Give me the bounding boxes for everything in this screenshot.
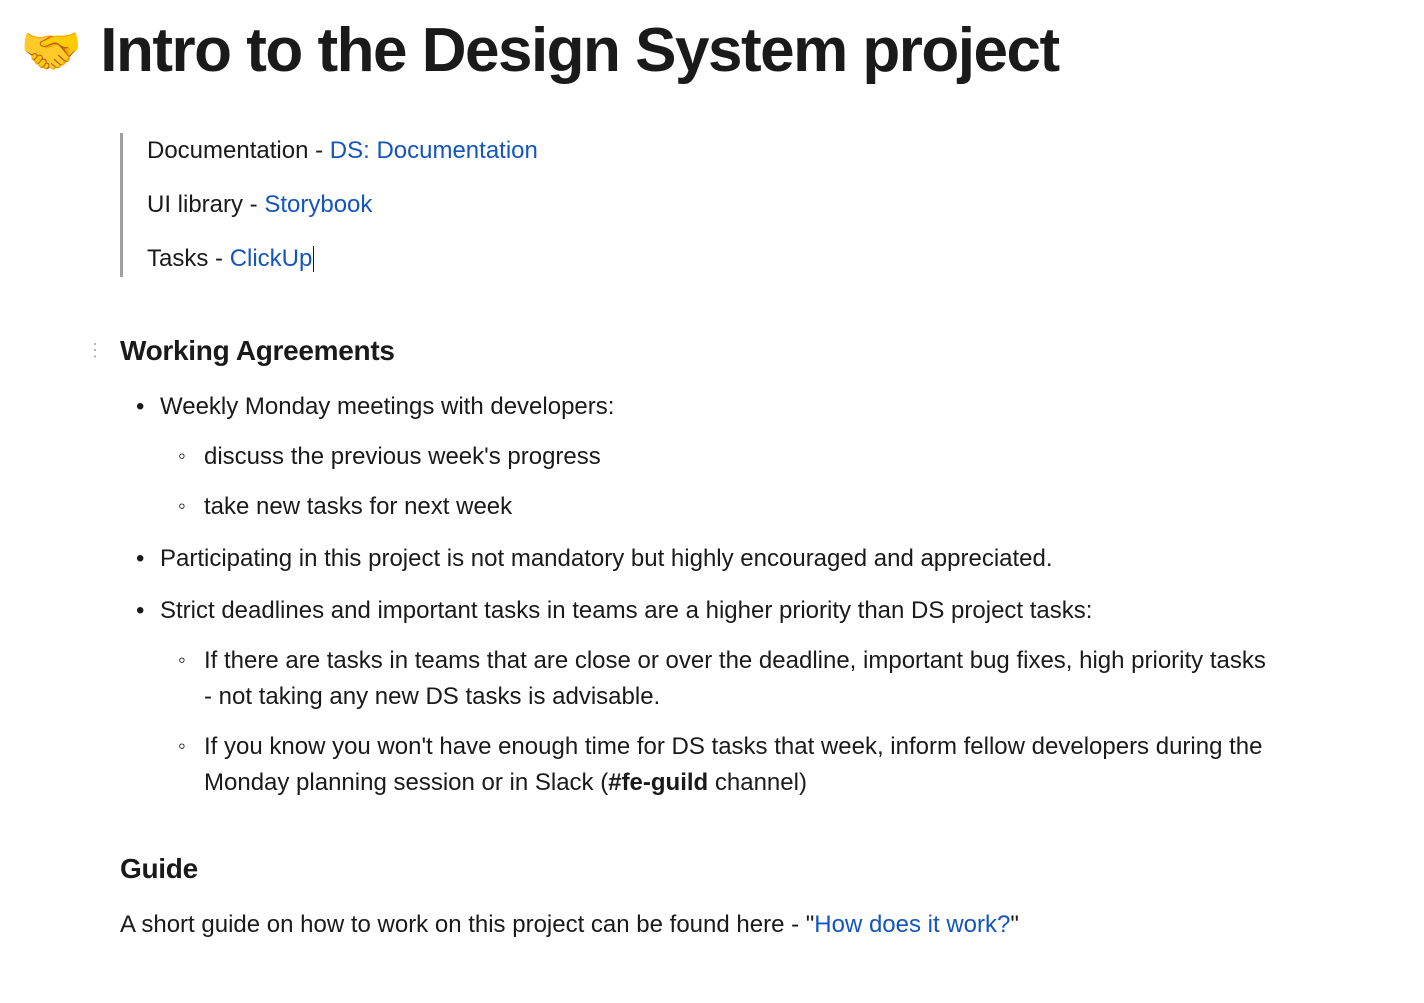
guide-paragraph: A short guide on how to work on this pro… (120, 907, 1274, 943)
page-content: Documentation - DS: Documentation UI lib… (20, 133, 1404, 943)
ui-library-label: UI library - (147, 191, 264, 218)
slack-channel-name: #fe-guild (608, 769, 708, 796)
drag-handle-icon[interactable]: ⋮ (86, 341, 104, 359)
tasks-label: Tasks - (147, 245, 230, 272)
sublist: discuss the previous week's progress tak… (160, 439, 1274, 525)
clickup-link[interactable]: ClickUp (230, 245, 313, 272)
page-title-row: 🤝 Intro to the Design System project (20, 18, 1404, 83)
working-agreements-list: Weekly Monday meetings with developers: … (120, 389, 1274, 801)
sublist-item-text-b: channel) (708, 769, 807, 796)
list-item: Strict deadlines and important tasks in … (120, 593, 1274, 801)
sublist-item: take new tasks for next week (160, 489, 1274, 525)
working-agreements-heading: Working Agreements (120, 335, 1274, 367)
working-agreements-heading-row: ⋮ Working Agreements (120, 335, 1274, 367)
list-item: Participating in this project is not man… (120, 541, 1274, 577)
tasks-line: Tasks - ClickUp (147, 241, 1274, 277)
guide-heading: Guide (120, 853, 1274, 885)
sublist-item: If there are tasks in teams that are clo… (160, 643, 1274, 715)
resources-block: Documentation - DS: Documentation UI lib… (120, 133, 1274, 277)
sublist: If there are tasks in teams that are clo… (160, 643, 1274, 801)
documentation-label: Documentation - (147, 137, 330, 164)
documentation-link[interactable]: DS: Documentation (330, 137, 538, 164)
storybook-link[interactable]: Storybook (264, 191, 372, 218)
ui-library-line: UI library - Storybook (147, 187, 1274, 223)
list-item-text: Strict deadlines and important tasks in … (160, 597, 1092, 624)
how-does-it-work-link[interactable]: How does it work? (814, 911, 1010, 938)
page-title: Intro to the Design System project (100, 18, 1058, 83)
sublist-item: If you know you won't have enough time f… (160, 729, 1274, 801)
sublist-item: discuss the previous week's progress (160, 439, 1274, 475)
handshake-icon: 🤝 (20, 26, 82, 76)
text-cursor-icon (313, 246, 314, 272)
list-item: Weekly Monday meetings with developers: … (120, 389, 1274, 525)
guide-text-a: A short guide on how to work on this pro… (120, 911, 814, 938)
guide-heading-row: Guide (120, 853, 1274, 885)
guide-text-b: " (1010, 911, 1019, 938)
documentation-line: Documentation - DS: Documentation (147, 133, 1274, 169)
list-item-text: Weekly Monday meetings with developers: (160, 393, 614, 420)
